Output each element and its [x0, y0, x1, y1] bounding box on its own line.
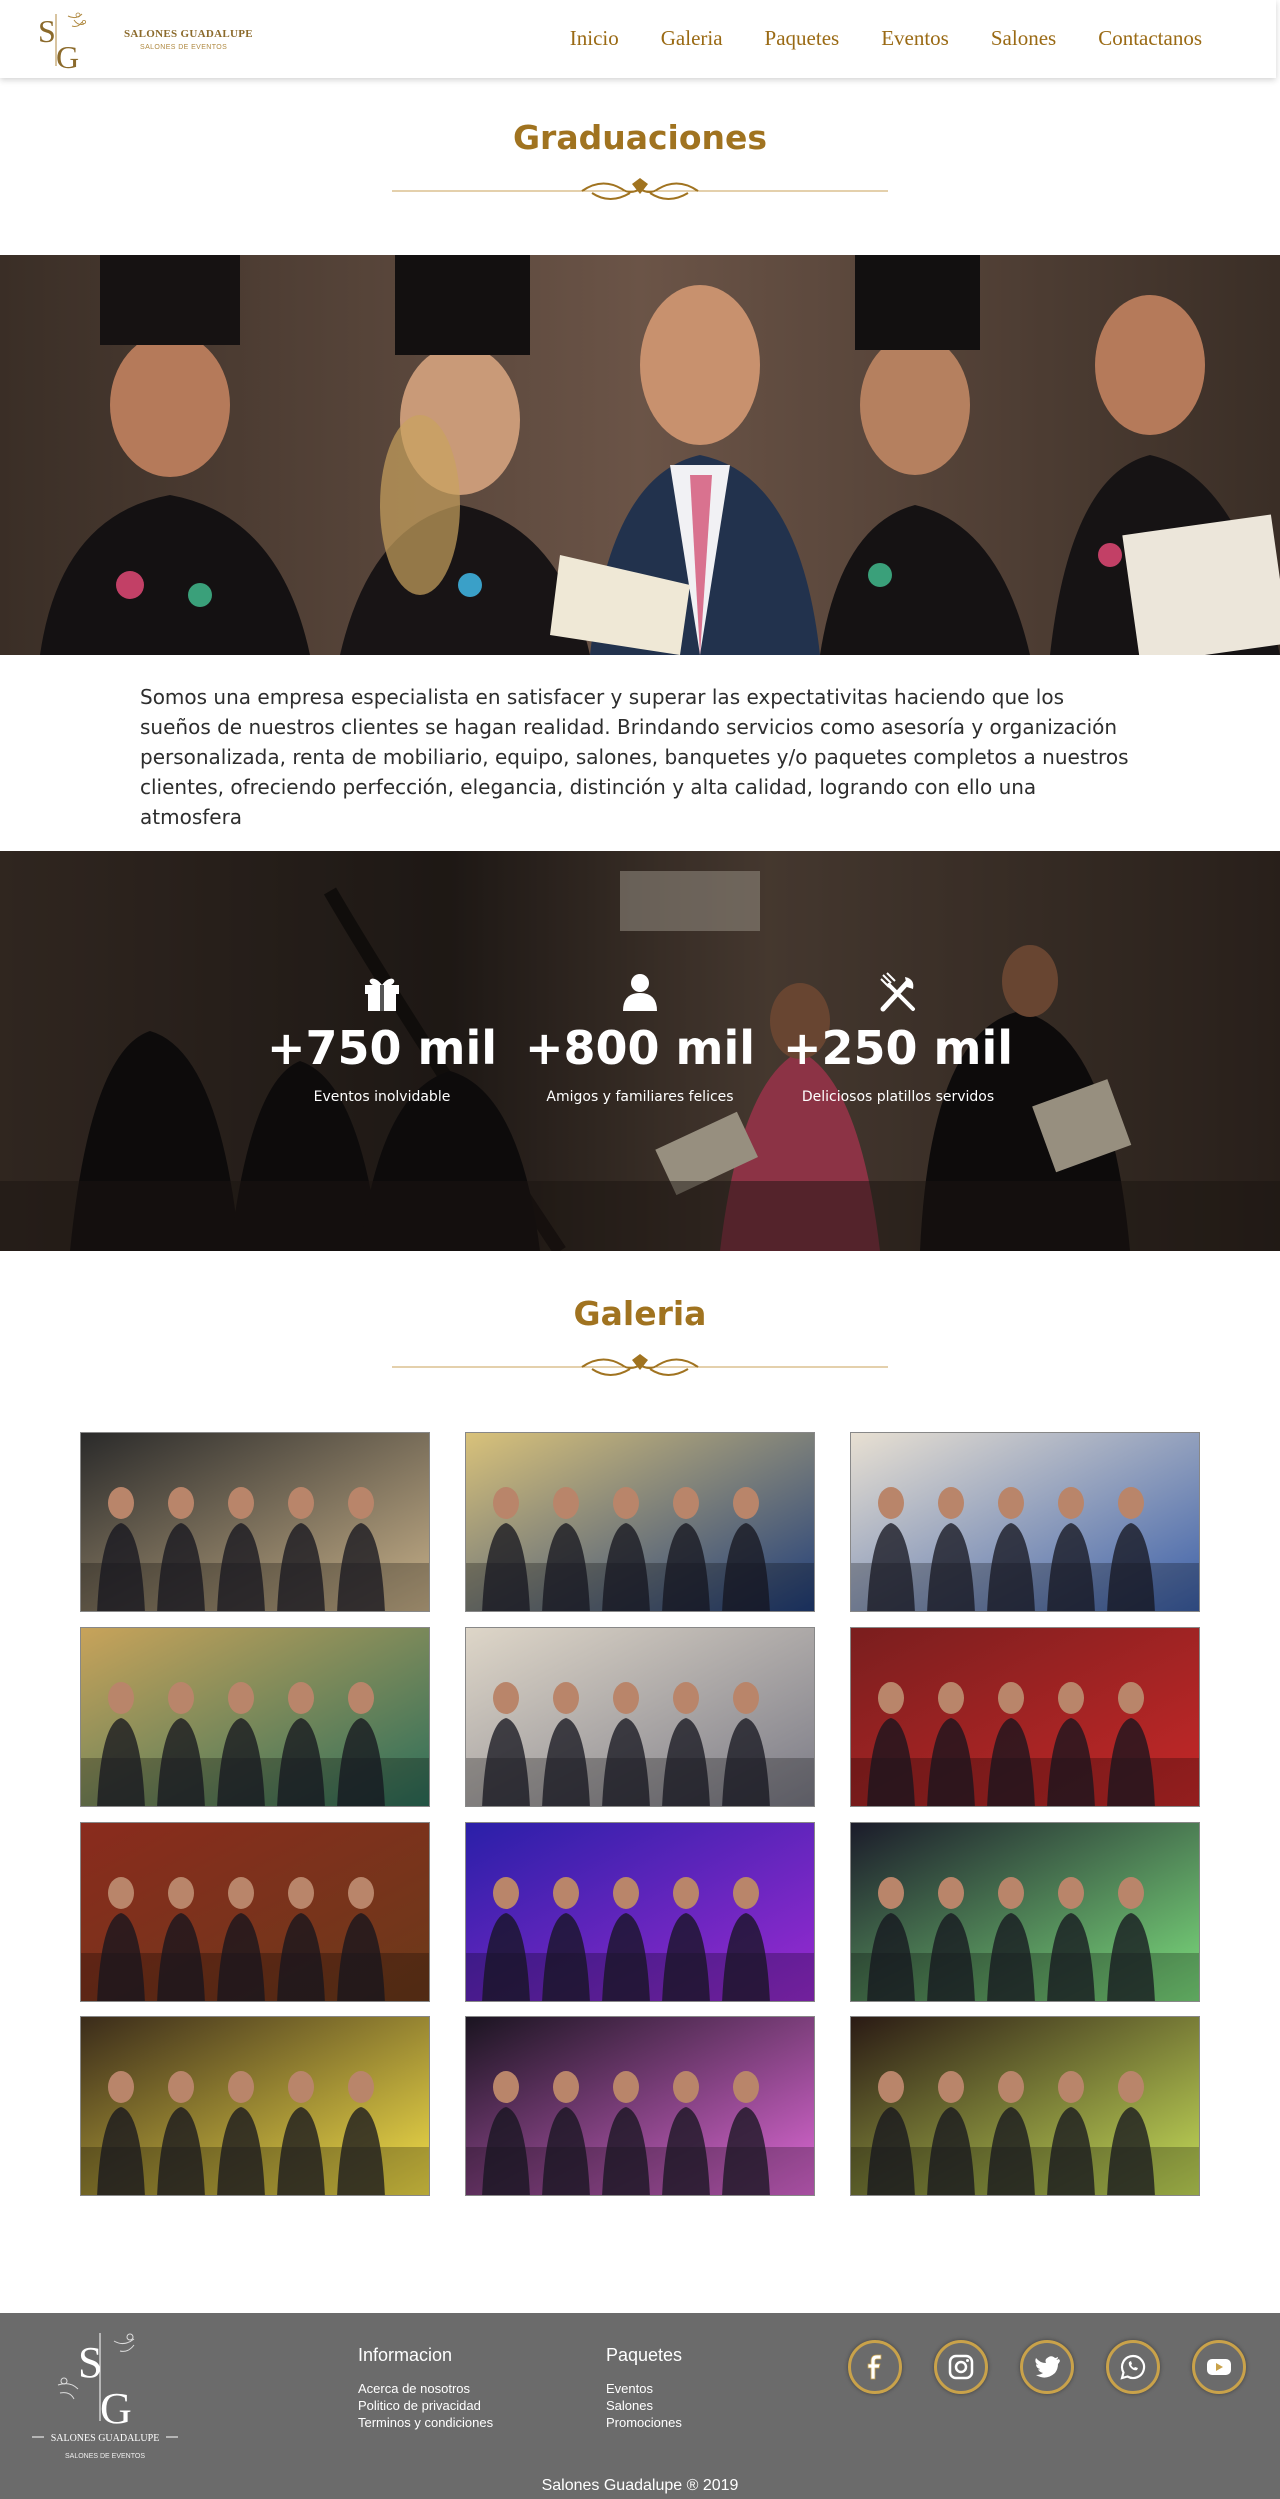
logo-monogram-icon: S G	[38, 12, 87, 72]
footer-brand-sub: SALONES DE EVENTOS	[65, 2453, 145, 2460]
facebook-button[interactable]	[848, 2340, 902, 2394]
gallery-photo[interactable]	[465, 1432, 815, 1612]
footer-logo-icon[interactable]: S G SALONES DE EVENTOS SALONES GUADALUPE	[30, 2319, 180, 2469]
footer-link-eventos[interactable]: Eventos	[606, 2380, 682, 2397]
gallery-photo[interactable]	[465, 2016, 815, 2196]
gallery-photo[interactable]	[80, 2016, 430, 2196]
group-hall-photo-icon	[81, 1628, 429, 1806]
intro-paragraph: Somos una empresa especialista en satisf…	[140, 685, 1129, 829]
youtube-button[interactable]	[1192, 2340, 1246, 2394]
copyright-text: Salones Guadalupe ® 2019	[541, 2477, 739, 2494]
footer-info-title: Informacion	[358, 2345, 453, 2365]
stat-events-label: Eventos inolvidable	[313, 1089, 451, 1105]
svg-text:G: G	[56, 39, 79, 72]
site-footer: S G SALONES DE EVENTOS SALONES GUADALUPE…	[0, 2313, 1280, 2499]
ornament-divider-icon	[392, 178, 888, 200]
gallery-photo[interactable]	[850, 1822, 1200, 2002]
facebook-icon	[867, 2354, 882, 2380]
footer-brand-name: SALONES GUADALUPE	[51, 2433, 160, 2444]
couples-dinner-table-photo-icon	[81, 1433, 429, 1611]
nav-inicio[interactable]: Inicio	[570, 26, 619, 51]
nav-galeria[interactable]: Galeria	[661, 26, 723, 51]
footer-link-salones[interactable]: Salones	[606, 2397, 682, 2414]
stat-friends: +800 mil Amigos y familiares felices	[510, 971, 770, 1105]
nav-paquetes[interactable]: Paquetes	[765, 26, 840, 51]
whatsapp-button[interactable]	[1106, 2340, 1160, 2394]
footer-packages-title: Paquetes	[606, 2345, 683, 2365]
toast-photo-icon	[851, 1628, 1199, 1806]
brand-logo[interactable]: S G SALONES GUADALUPE SALONES DE EVENTOS	[34, 6, 253, 72]
brand-subtitle: SALONES DE EVENTOS	[140, 44, 228, 51]
utensils-icon	[880, 972, 915, 1012]
group-portrait-photo-icon	[466, 1628, 814, 1806]
gallery-photo[interactable]	[80, 1822, 430, 2002]
banquet-hall-photo-icon	[81, 1823, 429, 2001]
instagram-icon	[948, 2354, 974, 2380]
footer-packages-column: Paquetes Eventos Salones Promociones	[606, 2345, 682, 2431]
gallery-title: Galeria	[573, 1294, 707, 1333]
twitter-icon	[1035, 2356, 1060, 2378]
gallery-photo[interactable]	[850, 1627, 1200, 1807]
svg-text:G: G	[100, 2384, 132, 2433]
ornament-divider-icon	[392, 1354, 888, 1376]
footer-link-about[interactable]: Acerca de nosotros	[358, 2380, 493, 2397]
gallery-photo[interactable]	[80, 1627, 430, 1807]
green-lantern-photo-icon	[851, 1823, 1199, 2001]
stat-friends-number: +800 mil	[524, 1021, 756, 1075]
person-icon	[623, 974, 657, 1011]
whatsapp-icon	[1120, 2354, 1146, 2380]
main-nav: Inicio Galeria Paquetes Eventos Salones …	[528, 26, 1202, 51]
instagram-button[interactable]	[934, 2340, 988, 2394]
brand-name: SALONES GUADALUPE	[124, 28, 253, 40]
svg-text:S: S	[38, 13, 56, 49]
nav-eventos[interactable]: Eventos	[881, 26, 949, 51]
gallery-photo[interactable]	[465, 1627, 815, 1807]
gallery-photo[interactable]	[850, 2016, 1200, 2196]
footer-link-terms[interactable]: Terminos y condiciones	[358, 2414, 493, 2431]
stats-section: +750 mil Eventos inolvidable +800 mil Am…	[0, 851, 1280, 1251]
dance-lights-photo-icon	[466, 1823, 814, 2001]
site-header: S G SALONES GUADALUPE SALONES DE EVENTOS…	[0, 0, 1276, 78]
group-courtyard-photo-icon	[466, 1433, 814, 1611]
nav-contactanos[interactable]: Contactanos	[1098, 26, 1202, 51]
hero-photo	[0, 255, 1280, 655]
youtube-icon	[1207, 2359, 1231, 2375]
yellow-lantern-photo-icon	[81, 2017, 429, 2195]
gallery-photo[interactable]	[80, 1432, 430, 1612]
stat-events-number: +750 mil	[266, 1021, 498, 1075]
stat-dishes: +250 mil Deliciosos platillos servidos	[768, 971, 1028, 1105]
pink-lantern-photo-icon	[466, 2017, 814, 2195]
stat-dishes-number: +250 mil	[782, 1021, 1014, 1075]
nav-salones[interactable]: Salones	[991, 26, 1056, 51]
page-title: Graduaciones	[512, 118, 768, 157]
group-columns-photo-icon	[851, 1433, 1199, 1611]
gallery-photo[interactable]	[850, 1432, 1200, 1612]
footer-info-column: Informacion Acerca de nosotros Politico …	[358, 2345, 493, 2431]
stat-dishes-label: Deliciosos platillos servidos	[801, 1089, 995, 1105]
gift-icon	[365, 978, 399, 1011]
stat-events: +750 mil Eventos inolvidable	[252, 971, 512, 1105]
footer-link-promociones[interactable]: Promociones	[606, 2414, 682, 2431]
svg-text:S: S	[78, 2338, 102, 2387]
twitter-button[interactable]	[1020, 2340, 1074, 2394]
footer-link-privacy[interactable]: Politico de privacidad	[358, 2397, 493, 2414]
gallery-photo[interactable]	[465, 1822, 815, 2002]
stat-friends-label: Amigos y familiares felices	[546, 1089, 734, 1105]
lantern-release-photo-icon	[851, 2017, 1199, 2195]
graduates-photo-icon	[0, 255, 1280, 655]
